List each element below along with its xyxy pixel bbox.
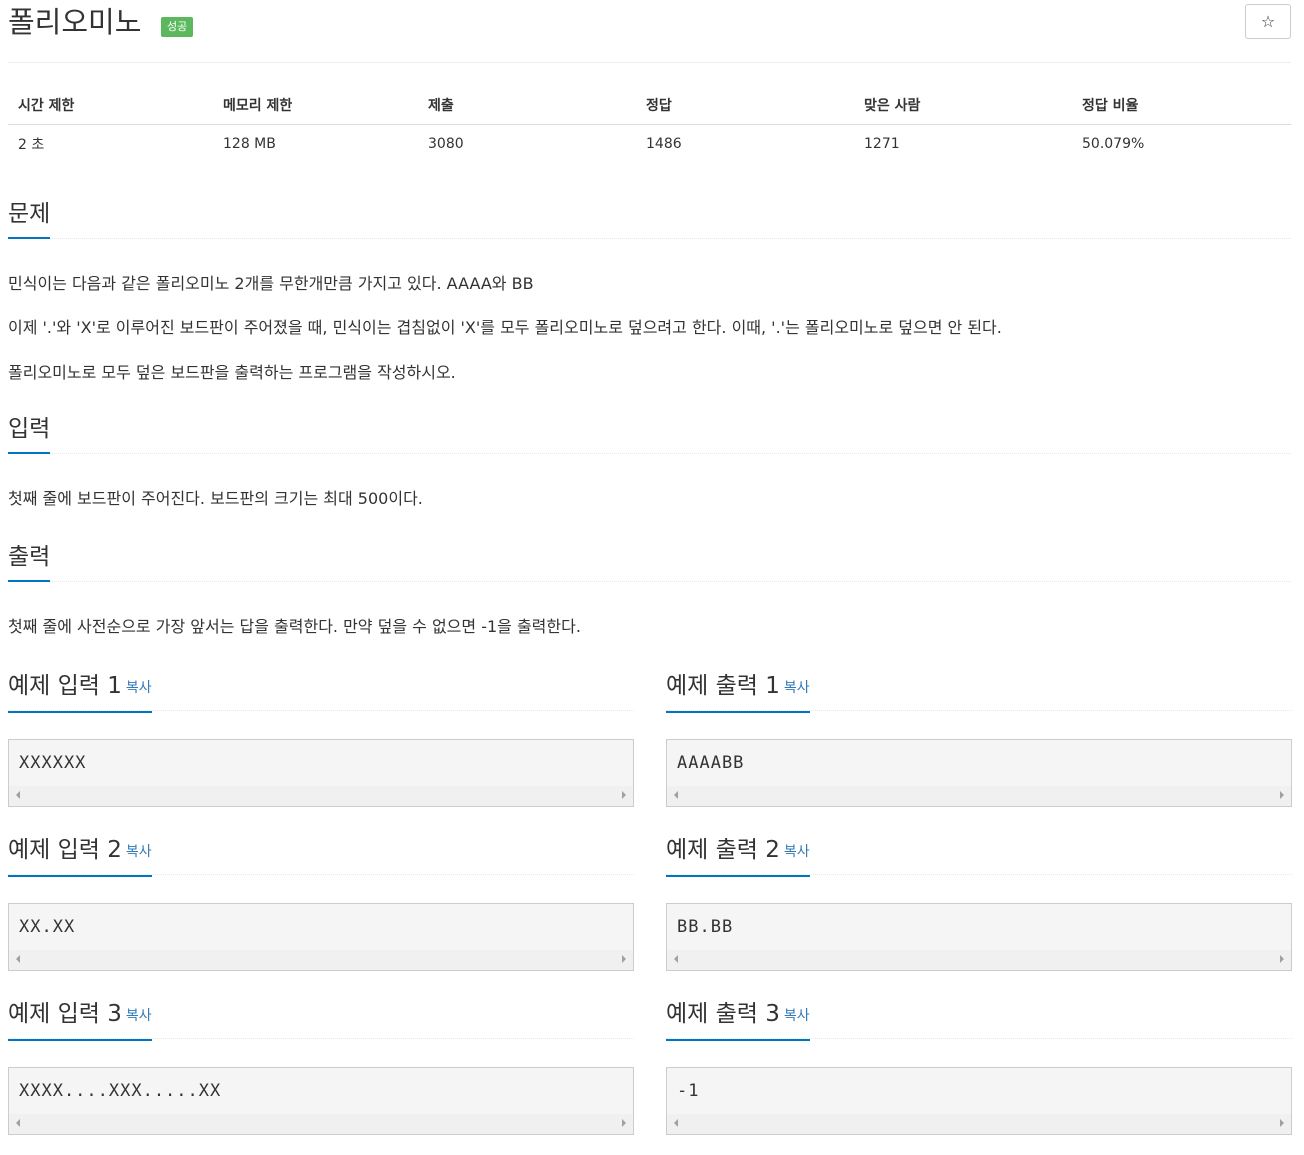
sample-output-3-code: -1 [677,1081,700,1101]
problem-line-3: 폴리오미노로 모두 덮은 보드판을 출력하는 프로그램을 작성하시오. [8,363,456,382]
time-limit-value: 2 초 [18,137,45,154]
output-section: 출력 첫째 줄에 사전순으로 가장 앞서는 답을 출력한다. 만약 덮을 수 없… [8,542,1291,636]
sample-output-2-code: BB.BB [677,917,734,937]
sample-output-2-box: BB.BB [666,903,1292,971]
problem-section: 문제 민식이는 다음과 같은 폴리오미노 2개를 무한개만큼 가지고 있다. A… [8,199,1291,382]
problem-section-header: 문제 [8,199,1291,239]
memory-limit-header: 메모리 제한 [213,86,418,125]
sample-input-1: 예제 입력 1 복사 XXXXXX [8,671,634,807]
sample-input-3-title: 예제 입력 3 [8,1001,122,1027]
sample-input-2-heading: 예제 입력 2 복사 [8,835,152,877]
scroll-right-icon[interactable] [622,791,626,799]
sample-output-2-header: 예제 출력 2 복사 [666,835,1292,877]
scroll-right-icon[interactable] [1280,791,1284,799]
output-line-1: 첫째 줄에 사전순으로 가장 앞서는 답을 출력한다. 만약 덮을 수 없으면 … [8,617,581,636]
sample-output-2-title: 예제 출력 2 [666,837,780,863]
problem-info-table: 시간 제한 메모리 제한 제출 정답 맞은 사람 정답 비율 2 초 128 M… [8,86,1291,164]
scroll-left-icon[interactable] [16,955,20,963]
sample-input-2-box: XX.XX [8,903,634,971]
sample-output-3: 예제 출력 3 복사 -1 [666,999,1292,1135]
copy-sample-output-1-link[interactable]: 복사 [784,680,810,696]
problem-line-1: 민식이는 다음과 같은 폴리오미노 2개를 무한개만큼 가지고 있다. AAAA… [8,274,534,293]
sample-input-3-box: XXXX....XXX.....XX [8,1067,634,1135]
sample-output-1-header: 예제 출력 1 복사 [666,671,1292,713]
scroll-left-icon[interactable] [16,1119,20,1127]
problem-page: 폴리오미노 성공 ☆ 시간 제한 메모리 제한 제출 정답 맞은 사람 정답 비… [8,0,1292,1135]
sample-output-2: 예제 출력 2 복사 BB.BB [666,835,1292,971]
horizontal-scrollbar[interactable] [9,786,633,806]
scroll-right-icon[interactable] [622,1119,626,1127]
submissions-value: 3080 [428,136,464,153]
status-badge: 성공 [161,17,194,37]
sample-input-2: 예제 입력 2 복사 XX.XX [8,835,634,971]
problem-line-2: 이제 '.'와 'X'로 이루어진 보드판이 주어졌을 때, 민식이는 겹침없이… [8,318,1002,337]
copy-sample-input-1-link[interactable]: 복사 [126,680,152,696]
memory-limit-value: 128 MB [223,136,276,153]
sample-input-2-code: XX.XX [19,917,76,937]
scroll-left-icon[interactable] [674,791,678,799]
scroll-left-icon[interactable] [16,791,20,799]
copy-sample-output-3-link[interactable]: 복사 [784,1008,810,1024]
sample-output-1-heading: 예제 출력 1 복사 [666,671,810,713]
info-header-row: 시간 제한 메모리 제한 제출 정답 맞은 사람 정답 비율 [8,86,1291,125]
sample-input-2-title: 예제 입력 2 [8,837,122,863]
sample-input-2-header: 예제 입력 2 복사 [8,835,634,877]
sample-input-1-header: 예제 입력 1 복사 [8,671,634,713]
sample-input-3-heading: 예제 입력 3 복사 [8,999,152,1041]
horizontal-scrollbar[interactable] [667,786,1291,806]
input-section-header: 입력 [8,414,1291,454]
sample-output-3-heading: 예제 출력 3 복사 [666,999,810,1041]
accepted-header: 정답 [636,86,854,125]
scroll-left-icon[interactable] [674,1119,678,1127]
sample-output-1-code: AAAABB [677,753,745,773]
sample-output-2-heading: 예제 출력 2 복사 [666,835,810,877]
sample-input-1-code: XXXXXX [19,753,87,773]
solvers-header: 맞은 사람 [854,86,1072,125]
horizontal-scrollbar[interactable] [667,1114,1291,1134]
scroll-right-icon[interactable] [1280,1119,1284,1127]
ratio-header: 정답 비율 [1072,86,1291,125]
star-icon: ☆ [1260,12,1276,31]
sample-input-3-header: 예제 입력 3 복사 [8,999,634,1041]
horizontal-scrollbar[interactable] [9,1114,633,1134]
sample-input-1-heading: 예제 입력 1 복사 [8,671,152,713]
scroll-left-icon[interactable] [674,955,678,963]
sample-output-1-title: 예제 출력 1 [666,673,780,699]
horizontal-scrollbar[interactable] [9,950,633,970]
time-limit-header: 시간 제한 [8,86,213,125]
input-heading: 입력 [8,414,51,454]
sample-input-1-box: XXXXXX [8,739,634,807]
sample-output-3-header: 예제 출력 3 복사 [666,999,1292,1041]
scroll-right-icon[interactable] [622,955,626,963]
sample-input-3: 예제 입력 3 복사 XXXX....XXX.....XX [8,999,634,1135]
solvers-value: 1271 [864,136,900,153]
sample-output-1: 예제 출력 1 복사 AAAABB [666,671,1292,807]
ratio-value: 50.079% [1082,136,1145,153]
sample-output-3-title: 예제 출력 3 [666,1001,780,1027]
accepted-value: 1486 [646,136,682,153]
horizontal-scrollbar[interactable] [667,950,1291,970]
copy-sample-output-2-link[interactable]: 복사 [784,844,810,860]
input-line-1: 첫째 줄에 보드판이 주어진다. 보드판의 크기는 최대 500이다. [8,489,423,508]
input-section: 입력 첫째 줄에 보드판이 주어진다. 보드판의 크기는 최대 500이다. [8,414,1291,508]
info-value-row: 2 초 128 MB 3080 1486 1271 50.079% [8,124,1291,164]
copy-sample-input-3-link[interactable]: 복사 [126,1008,152,1024]
problem-heading: 문제 [8,199,51,239]
output-section-header: 출력 [8,542,1291,582]
output-heading: 출력 [8,542,51,582]
sample-output-3-box: -1 [666,1067,1292,1135]
sample-input-3-code: XXXX....XXX.....XX [19,1081,222,1101]
submissions-header: 제출 [418,86,636,125]
copy-sample-input-2-link[interactable]: 복사 [126,844,152,860]
scroll-right-icon[interactable] [1280,955,1284,963]
problem-header: 폴리오미노 성공 ☆ [8,0,1291,63]
problem-title: 폴리오미노 [8,5,142,39]
sample-input-1-title: 예제 입력 1 [8,673,122,699]
favorite-button[interactable]: ☆ [1245,4,1291,39]
sample-output-1-box: AAAABB [666,739,1292,807]
